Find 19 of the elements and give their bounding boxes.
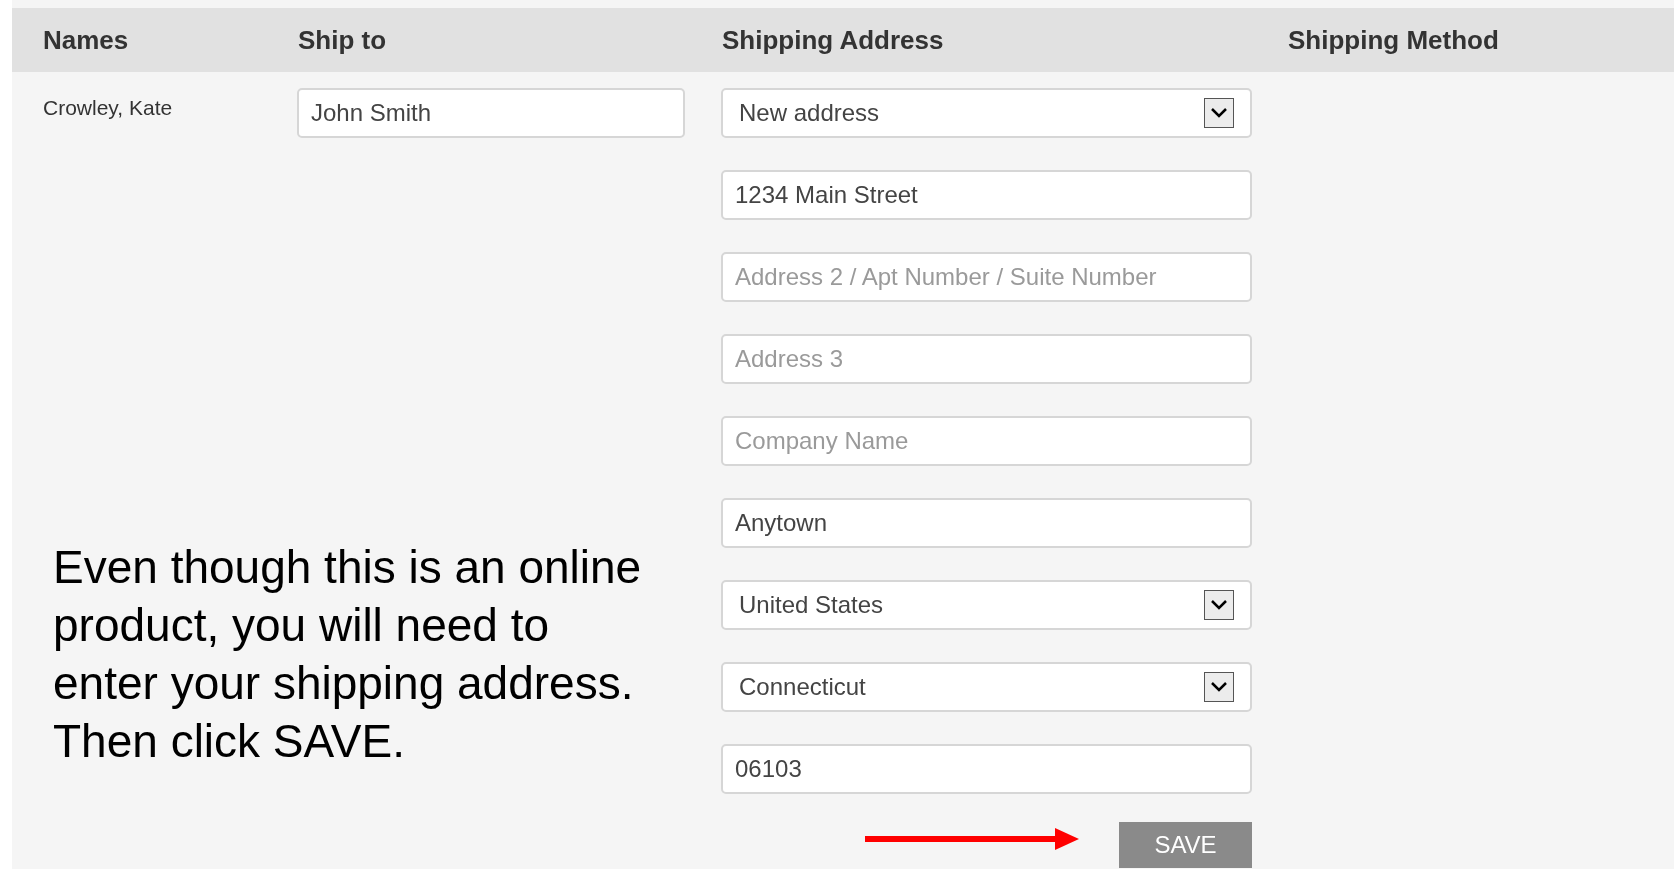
chevron-down-icon [1204, 672, 1234, 702]
input-field[interactable]: John Smith [297, 88, 685, 138]
dropdown[interactable]: United States [721, 580, 1252, 630]
column-heading: Ship to [298, 24, 388, 56]
chevron-down-icon [1204, 98, 1234, 128]
input-field[interactable]: 1234 Main Street [721, 170, 1252, 220]
input-field[interactable]: 06103 [721, 744, 1252, 794]
input-field[interactable]: Address 2 / Apt Number / Suite Number [721, 252, 1252, 302]
input-field[interactable]: Anytown [721, 498, 1252, 548]
column-heading: Shipping Method [1288, 24, 1499, 56]
column-heading: Names [43, 24, 130, 56]
dropdown[interactable]: New address [721, 88, 1252, 138]
instruction-text: Even though this is an online product, you will need to enter your shipping address. Then click SAVE. [53, 540, 643, 769]
input-field[interactable]: Address 3 [721, 334, 1252, 384]
column-heading: Shipping Address [722, 24, 945, 56]
name-cell-text: Crowley, Kate [43, 96, 174, 120]
input-field[interactable]: Company Name [721, 416, 1252, 466]
chevron-down-icon [1204, 590, 1234, 620]
dropdown[interactable]: Connecticut [721, 662, 1252, 712]
